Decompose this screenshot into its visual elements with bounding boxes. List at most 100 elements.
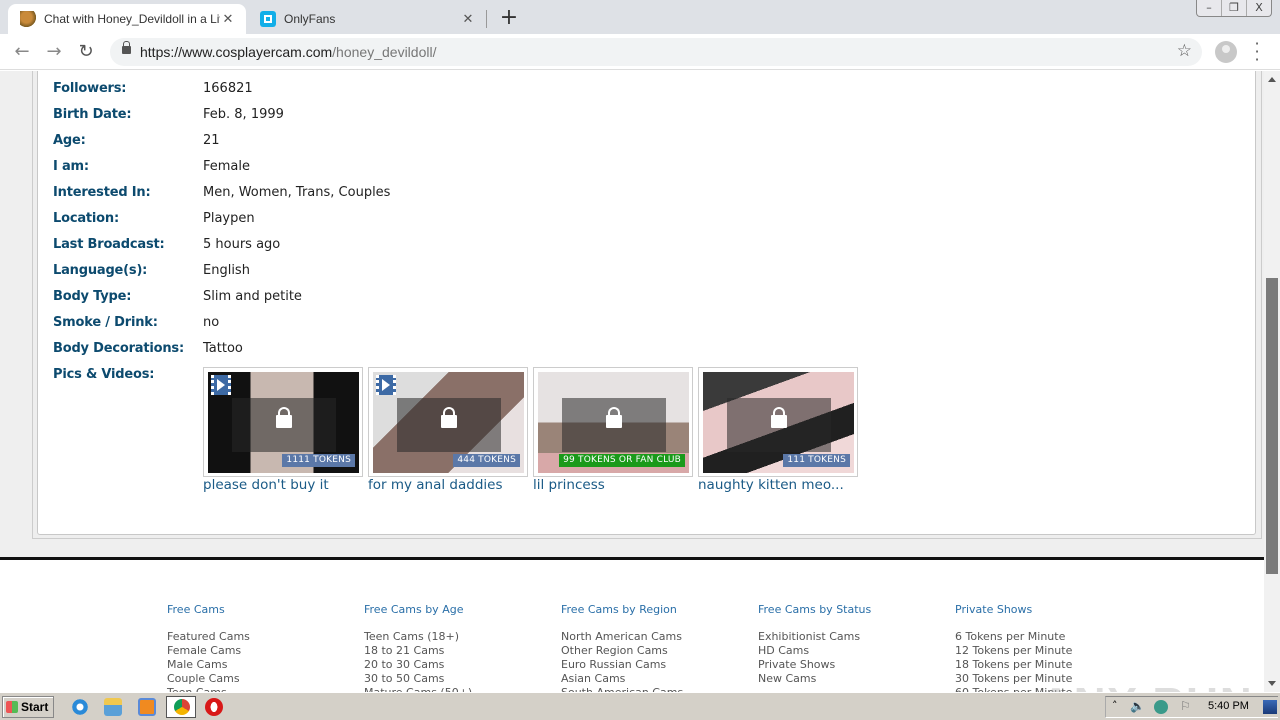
footer-heading-link[interactable]: Free Cams: [167, 603, 250, 617]
footer-link[interactable]: 30 to 50 Cams: [364, 672, 472, 686]
profile-row-label: Followers:: [53, 81, 127, 96]
locked-overlay: [232, 398, 336, 452]
media-thumbnail[interactable]: 99 TOKENS OR FAN CLUB: [533, 367, 693, 477]
scroll-down-arrow-icon[interactable]: [1268, 681, 1276, 686]
profile-row-value: English: [203, 263, 250, 278]
profile-row-value: Tattoo: [203, 341, 243, 356]
close-tab-icon[interactable]: ✕: [460, 11, 476, 27]
footer-link[interactable]: Private Shows: [758, 658, 871, 672]
tab-onlyfans[interactable]: OnlyFans ✕: [248, 4, 486, 34]
file-explorer-icon[interactable]: [104, 698, 122, 716]
system-tray: ˄ 🔈 ⚐: [1105, 696, 1278, 718]
media-thumbnail[interactable]: 1111 TOKENS: [203, 367, 363, 477]
footer-link[interactable]: Couple Cams: [167, 672, 250, 686]
footer-link[interactable]: Euro Russian Cams: [561, 658, 683, 672]
media-caption-link[interactable]: naughty kitten meo...: [698, 477, 844, 493]
footer-link[interactable]: 6 Tokens per Minute: [955, 630, 1072, 644]
scroll-up-arrow-icon[interactable]: [1268, 77, 1276, 82]
padlock-icon: [771, 407, 787, 428]
footer-link[interactable]: Featured Cams: [167, 630, 250, 644]
profile-row-label: Last Broadcast:: [53, 237, 165, 252]
volume-icon[interactable]: 🔈: [1130, 699, 1145, 713]
opera-icon[interactable]: [205, 698, 223, 716]
footer-link[interactable]: 20 to 30 Cams: [364, 658, 472, 672]
windows-taskbar: Start ˄ 🔈 ⚐ 5:40 PM: [0, 692, 1280, 720]
start-button[interactable]: Start: [2, 696, 54, 718]
padlock-icon: [606, 407, 622, 428]
profile-avatar-icon[interactable]: [1215, 41, 1237, 63]
chrome-icon: [174, 699, 190, 715]
media-caption-link[interactable]: lil princess: [533, 477, 605, 493]
internet-explorer-icon[interactable]: [71, 698, 89, 716]
footer-link[interactable]: 18 to 21 Cams: [364, 644, 472, 658]
forward-arrow-icon[interactable]: →: [42, 40, 66, 64]
menu-kebab-icon[interactable]: · · ·: [1252, 36, 1262, 68]
tab-title: OnlyFans: [284, 12, 336, 26]
thumbnail-image: 444 TOKENS: [373, 372, 524, 473]
vertical-scrollbar[interactable]: [1264, 71, 1280, 692]
media-thumbnail[interactable]: 444 TOKENS: [368, 367, 528, 477]
page-content: Followers: 166821 Birth Date: Feb. 8, 1999 A…: [0, 71, 1264, 692]
footer-heading-link[interactable]: Private Shows: [955, 603, 1072, 617]
footer-link[interactable]: Exhibitionist Cams: [758, 630, 871, 644]
footer-link[interactable]: 18 Tokens per Minute: [955, 658, 1072, 672]
url-path: /honey_devildoll/: [332, 44, 437, 60]
profile-row-label: Age:: [53, 133, 86, 148]
footer-link[interactable]: Male Cams: [167, 658, 250, 672]
video-icon: [376, 375, 396, 395]
thumbnail-image: 99 TOKENS OR FAN CLUB: [538, 372, 689, 473]
footer-link[interactable]: Female Cams: [167, 644, 250, 658]
new-tab-button[interactable]: +: [498, 5, 520, 30]
profile-row-label: Body Type:: [53, 289, 132, 304]
footer-link[interactable]: Asian Cams: [561, 672, 683, 686]
profile-row-label: Location:: [53, 211, 119, 226]
show-desktop-icon[interactable]: [1263, 700, 1277, 714]
tab-cosplayercam[interactable]: Chat with Honey_Devildoll in a Live A ✕: [8, 4, 246, 34]
address-bar[interactable]: https://www.cosplayercam.com/honey_devil…: [110, 38, 1202, 66]
minimize-button[interactable]: –: [1197, 0, 1221, 16]
footer-link[interactable]: HD Cams: [758, 644, 871, 658]
footer-column: Free Cams Featured Cams Female Cams Male Ca…: [167, 603, 250, 692]
close-tab-icon[interactable]: ✕: [220, 11, 236, 27]
onlyfans-favicon-icon: [260, 11, 276, 27]
scrollbar-thumb[interactable]: [1266, 278, 1278, 574]
profile-row-value: 166821: [203, 81, 253, 96]
lock-icon[interactable]: [122, 41, 131, 54]
profile-row-value: Feb. 8, 1999: [203, 107, 284, 122]
media-player-icon[interactable]: [138, 698, 156, 716]
profile-row-value: Female: [203, 159, 251, 174]
tab-strip: Chat with Honey_Devildoll in a Live A ✕ …: [0, 0, 1280, 34]
restore-button[interactable]: ❐: [1221, 0, 1246, 16]
footer-column: Free Cams by Status Exhibitionist Cams HD …: [758, 603, 871, 686]
section-divider: [0, 557, 1264, 560]
profile-row-label: Language(s):: [53, 263, 148, 278]
profile-row-value: 5 hours ago: [203, 237, 281, 252]
media-caption-link[interactable]: please don't buy it: [203, 477, 329, 493]
profile-row-value: no: [203, 315, 220, 330]
footer-heading-link[interactable]: Free Cams by Age: [364, 603, 472, 617]
locked-overlay: [562, 398, 666, 452]
chrome-taskbar-button[interactable]: [166, 696, 196, 718]
action-center-flag-icon[interactable]: ⚐: [1180, 699, 1191, 713]
footer-link[interactable]: North American Cams: [561, 630, 683, 644]
tray-expand-icon[interactable]: ˄: [1112, 699, 1118, 712]
footer-column: Free Cams by Age Teen Cams (18+) 18 to 21 …: [364, 603, 472, 692]
media-caption-link[interactable]: for my anal daddies: [368, 477, 503, 493]
footer-heading-link[interactable]: Free Cams by Status: [758, 603, 871, 617]
close-window-button[interactable]: X: [1246, 0, 1271, 16]
anyrun-watermark: ANY RUN: [1040, 679, 1254, 692]
back-arrow-icon[interactable]: ←: [10, 40, 34, 64]
network-icon[interactable]: [1154, 700, 1168, 714]
thumbnail-image: 1111 TOKENS: [208, 372, 359, 473]
url-text[interactable]: https://www.cosplayercam.com/honey_devil…: [140, 44, 436, 60]
footer-link[interactable]: 12 Tokens per Minute: [955, 644, 1072, 658]
media-thumbnail[interactable]: 111 TOKENS: [698, 367, 858, 477]
footer-link[interactable]: New Cams: [758, 672, 871, 686]
footer-link[interactable]: Other Region Cams: [561, 644, 683, 658]
reload-icon[interactable]: ↻: [74, 40, 98, 64]
price-badge: 1111 TOKENS: [282, 454, 355, 467]
bookmark-star-icon[interactable]: ☆: [1177, 41, 1192, 61]
profile-row-label: Smoke / Drink:: [53, 315, 158, 330]
footer-link[interactable]: Teen Cams (18+): [364, 630, 472, 644]
footer-heading-link[interactable]: Free Cams by Region: [561, 603, 683, 617]
